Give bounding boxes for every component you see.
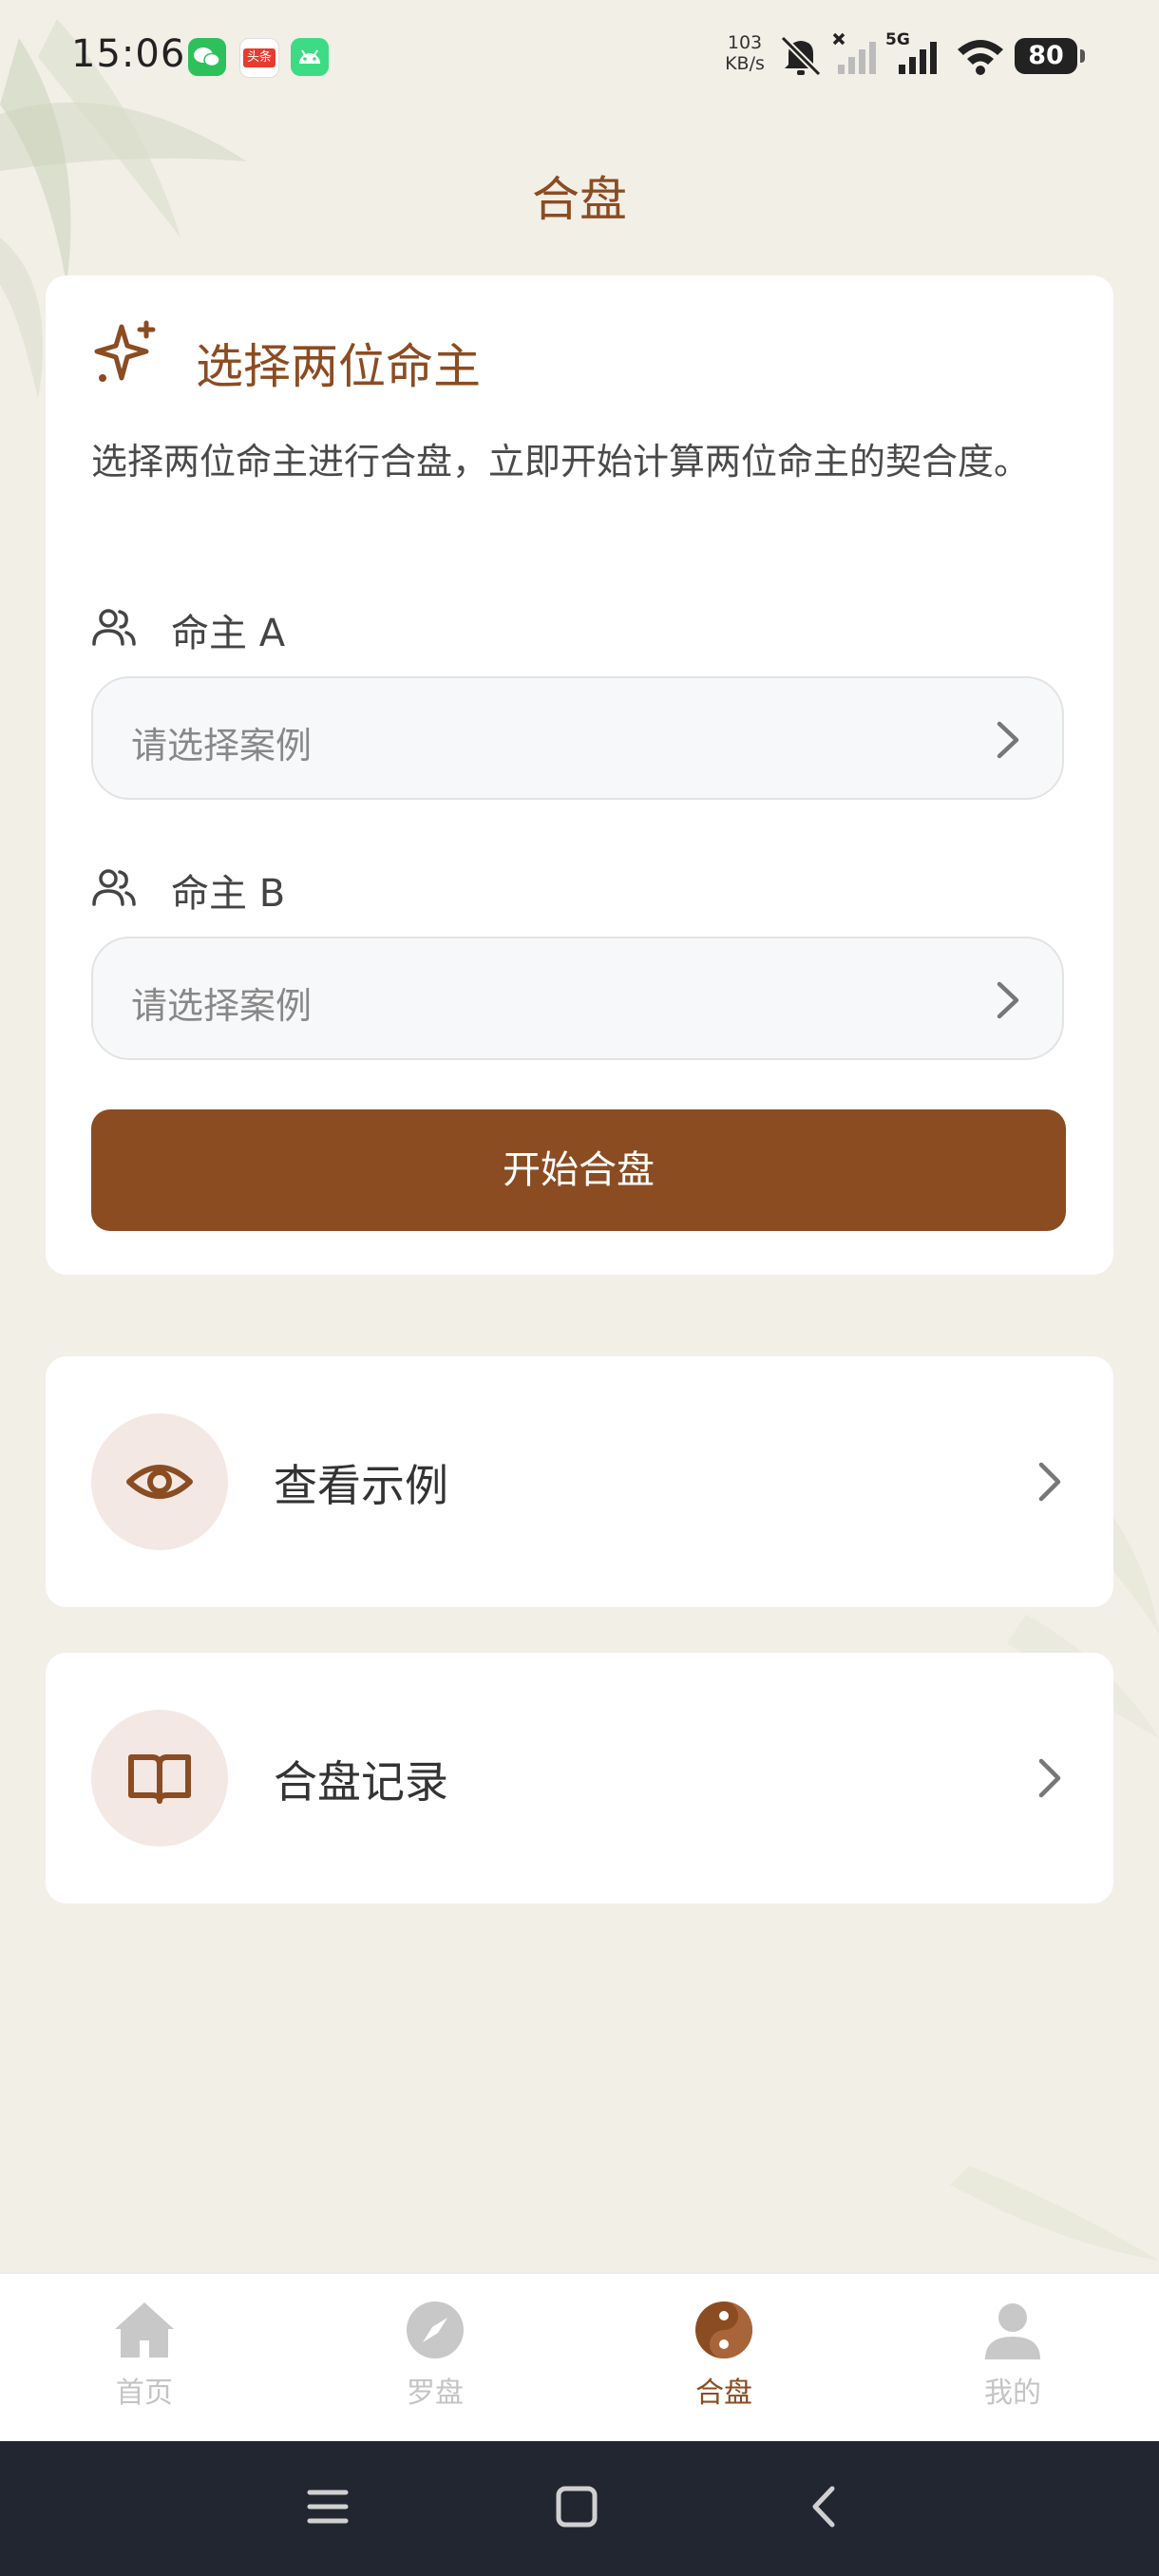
page-title: 合盘 <box>532 172 627 227</box>
match-history-label: 合盘记录 <box>274 1756 448 1808</box>
eye-icon-circle <box>91 1413 228 1550</box>
wechat-icon <box>188 38 226 76</box>
chevron-right-icon <box>1038 1462 1061 1502</box>
home-icon <box>115 2302 174 2358</box>
select-persons-card: 选择两位命主 选择两位命主进行合盘，立即开始计算两位命主的契合度。 命主 A 请… <box>46 275 1113 1275</box>
view-example-label: 查看示例 <box>274 1460 448 1511</box>
bell-muted-icon <box>780 35 822 77</box>
net-speed: 103 KB/s <box>716 32 773 74</box>
person-b-label: 命主 B <box>171 872 286 916</box>
tab-compass[interactable]: 罗盘 <box>340 2297 530 2420</box>
net-speed-value: 103 <box>727 32 763 53</box>
wifi-icon <box>958 40 1003 75</box>
toutiao-icon: 头条 <box>239 38 279 78</box>
start-match-button[interactable]: 开始合盘 <box>91 1109 1066 1231</box>
compass-icon <box>407 2301 464 2358</box>
menu-icon[interactable] <box>306 2485 350 2529</box>
toutiao-label: 头条 <box>243 48 276 67</box>
tab-home[interactable]: 首页 <box>49 2297 239 2420</box>
tab-home-label: 首页 <box>116 2377 173 2410</box>
book-icon <box>128 1754 191 1804</box>
net-speed-unit: KB/s <box>725 53 765 74</box>
book-icon-circle <box>91 1710 228 1847</box>
chevron-right-icon <box>1038 1758 1061 1798</box>
match-history-row[interactable]: 合盘记录 <box>46 1653 1113 1904</box>
person-a-placeholder: 请选择案例 <box>131 725 313 767</box>
person-a-label: 命主 A <box>171 612 286 655</box>
person-b-placeholder: 请选择案例 <box>131 985 313 1027</box>
yin-yang-icon <box>695 2301 752 2358</box>
card-title: 选择两位命主 <box>196 339 481 394</box>
person-b-select[interactable]: 请选择案例 <box>91 937 1064 1060</box>
tab-match-label: 合盘 <box>695 2377 752 2410</box>
bottom-tab-bar: 首页 罗盘 合盘 我的 <box>0 2272 1159 2443</box>
person-a-select[interactable]: 请选择案例 <box>91 676 1064 800</box>
system-nav-bar <box>0 2441 1159 2576</box>
battery-indicator: 80 <box>1015 38 1085 74</box>
people-icon <box>92 869 136 906</box>
tab-match[interactable]: 合盘 <box>629 2297 819 2420</box>
card-description: 选择两位命主进行合盘，立即开始计算两位命主的契合度。 <box>91 441 1031 483</box>
signal-5g-icon <box>899 42 937 74</box>
tab-profile-label: 我的 <box>984 2377 1041 2410</box>
chevron-right-icon <box>997 721 1019 759</box>
sparkle-icon <box>94 320 156 382</box>
android-icon <box>291 38 329 76</box>
eye-icon <box>126 1465 193 1499</box>
back-icon[interactable] <box>804 2485 847 2529</box>
tab-profile[interactable]: 我的 <box>918 2297 1108 2420</box>
chevron-right-icon <box>997 981 1019 1019</box>
view-example-row[interactable]: 查看示例 <box>46 1356 1113 1607</box>
people-icon <box>92 609 136 646</box>
status-bar: 15:06 头条 103 KB/s 5G 80 <box>0 0 1159 114</box>
signal-sim1-icon <box>832 32 876 74</box>
tab-compass-label: 罗盘 <box>407 2377 464 2410</box>
home-square-icon[interactable] <box>555 2485 598 2529</box>
status-time: 15:06 <box>71 32 186 76</box>
user-icon <box>985 2303 1040 2359</box>
